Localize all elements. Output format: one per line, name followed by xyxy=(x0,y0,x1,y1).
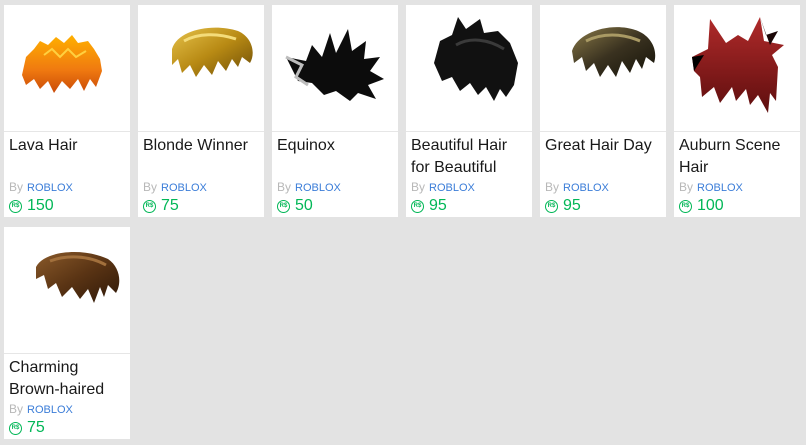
item-price: 95 xyxy=(545,197,581,215)
item-price: 95 xyxy=(411,197,447,215)
price-value: 150 xyxy=(27,197,54,214)
item-card[interactable]: Blonde Winner ByROBLOX 75 xyxy=(138,5,264,217)
price-value: 75 xyxy=(27,419,45,436)
brown-hair-thumbnail-icon xyxy=(36,252,120,303)
creator-link[interactable]: ROBLOX xyxy=(295,182,341,194)
item-price: 50 xyxy=(277,197,313,215)
item-thumbnail[interactable] xyxy=(272,5,398,132)
by-label: By xyxy=(143,180,158,194)
item-thumbnail[interactable] xyxy=(138,5,264,132)
by-label: By xyxy=(9,402,24,416)
item-thumbnail[interactable] xyxy=(674,5,800,132)
item-creator-line: By ROBLOX xyxy=(9,402,73,416)
item-name[interactable]: Great Hair Day xyxy=(545,135,663,179)
item-name[interactable]: Equinox xyxy=(277,135,395,179)
item-thumbnail[interactable] xyxy=(540,5,666,132)
item-thumbnail[interactable] xyxy=(406,5,532,132)
item-name[interactable]: Beautiful Hair for Beautiful xyxy=(411,135,529,179)
price-value: 100 xyxy=(697,197,724,214)
item-creator-line: By ROBLOX xyxy=(277,180,341,194)
lava-hair-thumbnail-icon xyxy=(22,35,102,93)
creator-link[interactable]: ROBLOX xyxy=(27,182,73,194)
robux-icon xyxy=(143,199,156,213)
item-price: 150 xyxy=(9,197,54,215)
by-label: By xyxy=(9,180,24,194)
item-name[interactable]: Blonde Winner xyxy=(143,135,261,179)
item-card[interactable]: Beautiful Hair for Beautiful ByROBLOX 95 xyxy=(406,5,532,217)
item-creator-line: By ROBLOX xyxy=(9,180,73,194)
item-card[interactable]: Great Hair Day ByROBLOX 95 xyxy=(540,5,666,217)
robux-icon xyxy=(277,199,290,213)
price-value: 95 xyxy=(563,197,581,214)
price-value: 95 xyxy=(429,197,447,214)
item-price: 75 xyxy=(9,419,45,437)
by-label: By xyxy=(411,180,426,194)
creator-link[interactable]: ROBLOX xyxy=(697,182,743,194)
creator-link[interactable]: ROBLOX xyxy=(27,404,73,416)
price-value: 50 xyxy=(295,197,313,214)
dark-hair-thumbnail-icon xyxy=(572,27,656,78)
robux-icon xyxy=(545,199,558,213)
robux-icon xyxy=(9,421,22,435)
by-label: By xyxy=(277,180,292,194)
item-creator-line: By ROBLOX xyxy=(545,180,609,194)
creator-link[interactable]: ROBLOX xyxy=(563,182,609,194)
robux-icon xyxy=(679,199,692,213)
item-name[interactable]: Auburn Scene Hair xyxy=(679,135,797,179)
creator-link[interactable]: ROBLOX xyxy=(161,182,207,194)
auburn-hair-thumbnail-icon xyxy=(692,17,784,113)
item-creator-line: By ROBLOX xyxy=(143,180,207,194)
item-name[interactable]: Charming Brown-haired xyxy=(9,357,127,401)
item-price: 100 xyxy=(679,197,724,215)
item-card[interactable]: Auburn Scene Hair ByROBLOX 100 xyxy=(674,5,800,217)
black-hair-thumbnail-icon xyxy=(434,17,518,101)
blonde-hair-thumbnail-icon xyxy=(172,27,253,78)
robux-icon xyxy=(411,199,424,213)
by-label: By xyxy=(545,180,560,194)
item-creator-line: By ROBLOX xyxy=(679,180,743,194)
item-card[interactable]: Lava Hair ByROBLOX 150 xyxy=(4,5,130,217)
item-thumbnail[interactable] xyxy=(4,5,130,132)
catalog-grid: Lava Hair ByROBLOX 150 Blo xyxy=(0,0,806,445)
spiky-black-hair-thumbnail-icon xyxy=(285,29,384,101)
price-value: 75 xyxy=(161,197,179,214)
item-price: 75 xyxy=(143,197,179,215)
item-thumbnail[interactable] xyxy=(4,227,130,354)
item-card[interactable]: Equinox ByROBLOX 50 xyxy=(272,5,398,217)
item-creator-line: By ROBLOX xyxy=(411,180,475,194)
creator-link[interactable]: ROBLOX xyxy=(429,182,475,194)
by-label: By xyxy=(679,180,694,194)
item-card[interactable]: Charming Brown-haired ByROBLOX 75 xyxy=(4,227,130,439)
item-name[interactable]: Lava Hair xyxy=(9,135,127,179)
robux-icon xyxy=(9,199,22,213)
